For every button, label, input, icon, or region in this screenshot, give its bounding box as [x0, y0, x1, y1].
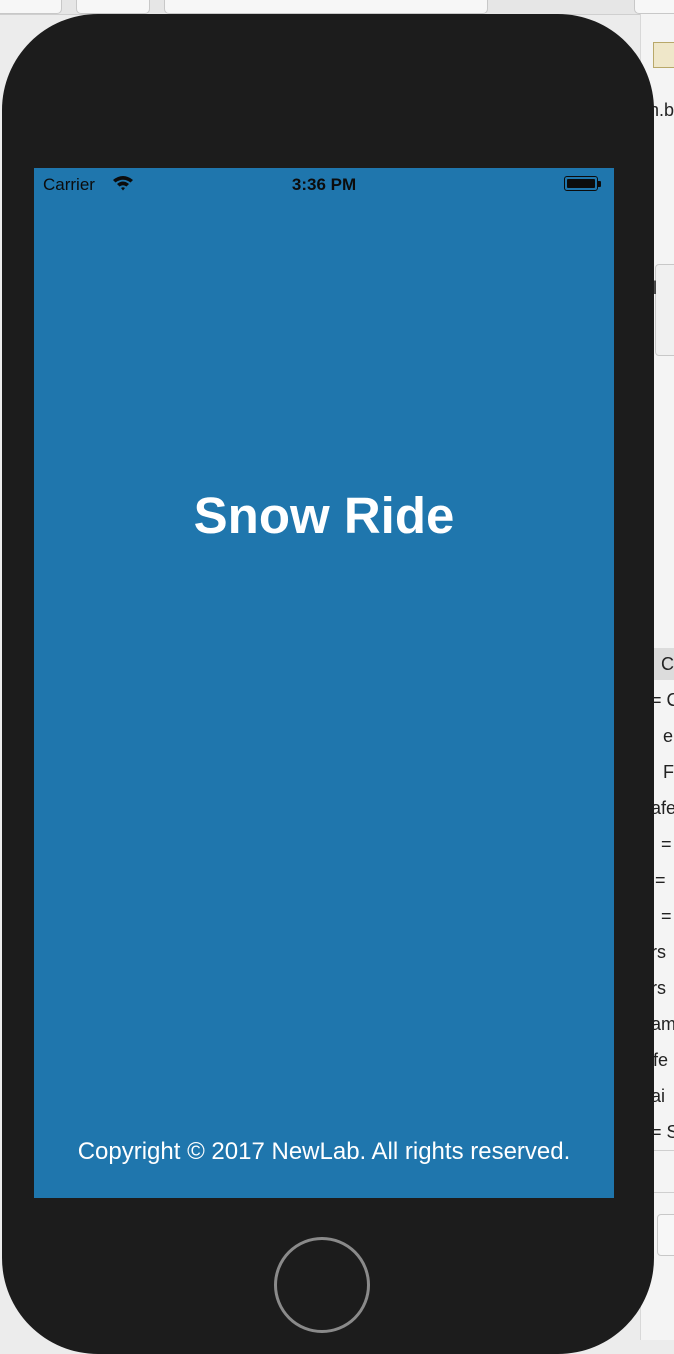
editor-line: = S: [651, 1122, 674, 1142]
editor-toggle-button[interactable]: [657, 1214, 674, 1256]
copyright-text: Copyright © 2017 NewLab. All rights rese…: [77, 1138, 571, 1165]
editor-line: am: [651, 1014, 674, 1034]
status-bar: Carrier 3:36 PM: [34, 168, 614, 200]
toolbar-run-button[interactable]: [0, 0, 62, 14]
editor-line: fe: [653, 1050, 669, 1070]
status-time: 3:36 PM: [291, 175, 357, 194]
battery-icon: [564, 176, 601, 191]
editor-line: =: [655, 870, 666, 890]
document-icon: [653, 42, 674, 68]
editor-tab[interactable]: [655, 264, 674, 356]
editor-line: =: [661, 834, 672, 854]
toolbar-stop-button[interactable]: [76, 0, 150, 14]
app-title: Snow Ride: [193, 487, 455, 544]
editor-line: C: [661, 654, 674, 674]
scheme-selector[interactable]: [164, 0, 488, 14]
editor-line: = C: [651, 690, 674, 710]
editor-line: afe: [651, 798, 674, 818]
editor-line: =: [661, 906, 672, 926]
home-button-icon[interactable]: [274, 1237, 370, 1333]
editor-line: e: [663, 726, 674, 746]
editor-line: F: [663, 762, 674, 782]
toolbar-status-field: [634, 0, 674, 14]
xcode-toolbar: [0, 0, 674, 15]
simulator-screen[interactable]: Carrier 3:36 PM Snow Ride Copyright © 20…: [34, 168, 614, 1198]
